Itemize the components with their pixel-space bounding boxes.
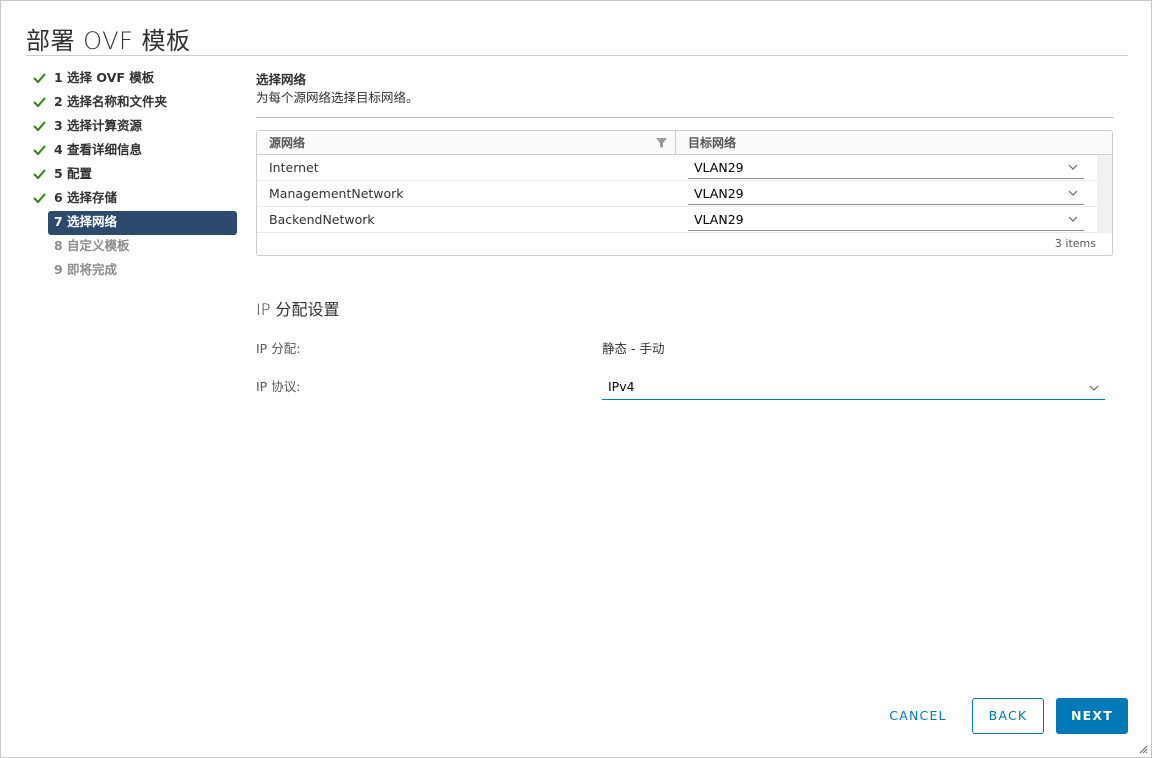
ip-allocation-value: 静态 - 手动 [602,341,665,356]
target-network-value: VLAN29 [694,160,744,175]
grid-header: 源网络 目标网络 [257,131,1112,155]
step-label: 4 查看详细信息 [54,142,143,157]
deploy-ovf-dialog: 部署 OVF 模板 1 选择 OVF 模板 2 选择名称和文件夹 3 选择计算资… [0,0,1152,758]
step-1[interactable]: 1 选择 OVF 模板 [26,67,238,91]
source-network: Internet [269,160,319,175]
step-8: 8 自定义模板 [26,235,238,259]
target-network-select[interactable]: VLAN29 [688,182,1084,205]
target-network-select[interactable]: VLAN29 [688,208,1084,231]
ip-settings-title: IP 分配设置 [256,300,340,319]
next-button[interactable]: NEXT [1056,698,1128,734]
column-separator[interactable] [675,131,676,155]
chevron-down-icon [1068,216,1078,222]
column-header-source[interactable]: 源网络 [269,131,305,155]
source-network: BackendNetwork [269,212,375,227]
column-header-target[interactable]: 目标网络 [688,131,736,155]
ip-protocol-select[interactable]: IPv4 [602,376,1105,400]
check-icon [33,73,46,83]
step-3[interactable]: 3 选择计算资源 [26,115,238,139]
target-network-value: VLAN29 [694,212,744,227]
section-title: 选择网络 [256,72,307,87]
check-icon [33,193,46,203]
step-4[interactable]: 4 查看详细信息 [26,139,238,163]
table-row: ManagementNetwork VLAN29 [257,181,1112,207]
step-5[interactable]: 5 配置 [26,163,238,187]
step-label: 2 选择名称和文件夹 [54,94,168,109]
step-9: 9 即将完成 [26,259,238,283]
grid-footer-count: 3 items [1054,237,1096,250]
dialog-title: 部署 OVF 模板 [26,27,191,55]
ip-protocol-value: IPv4 [608,379,635,394]
chevron-down-icon [1089,385,1099,391]
cancel-button[interactable]: CANCEL [877,698,959,734]
step-label: 8 自定义模板 [54,238,130,253]
wizard-steps: 1 选择 OVF 模板 2 选择名称和文件夹 3 选择计算资源 4 查看详细信息… [26,67,238,283]
step-7-active[interactable]: 7 选择网络 [48,211,237,235]
check-icon [33,121,46,131]
step-label: 7 选择网络 [54,214,118,229]
step-label: 1 选择 OVF 模板 [54,70,155,85]
title-divider [26,55,1128,56]
target-network-value: VLAN29 [694,186,744,201]
network-mapping-grid: 源网络 目标网络 Internet VLAN29 ManagementNetwo… [256,130,1113,256]
ip-protocol-label: IP 协议: [256,379,301,394]
grid-scrollbar[interactable] [1097,155,1112,233]
ip-allocation-label: IP 分配: [256,341,301,356]
table-row: BackendNetwork VLAN29 [257,207,1112,233]
step-label: 6 选择存储 [54,190,118,205]
target-network-select[interactable]: VLAN29 [688,156,1084,179]
step-label: 5 配置 [54,166,93,181]
chevron-down-icon [1068,190,1078,196]
step-label: 9 即将完成 [54,262,118,277]
table-row: Internet VLAN29 [257,155,1112,181]
step-label: 3 选择计算资源 [54,118,143,133]
back-button[interactable]: BACK [972,698,1044,734]
check-icon [33,169,46,179]
check-icon [33,145,46,155]
step-6[interactable]: 6 选择存储 [26,187,238,211]
chevron-down-icon [1068,164,1078,170]
check-icon [33,97,46,107]
section-divider [256,117,1113,118]
section-description: 为每个源网络选择目标网络。 [256,90,419,105]
grid-body: Internet VLAN29 ManagementNetwork VLAN29… [257,155,1112,233]
source-network: ManagementNetwork [269,186,404,201]
filter-icon[interactable] [656,138,667,148]
step-2[interactable]: 2 选择名称和文件夹 [26,91,238,115]
resize-handle-icon[interactable] [1139,745,1148,754]
network-section: 选择网络 为每个源网络选择目标网络。 源网络 目标网络 Internet VLA… [256,71,1113,256]
